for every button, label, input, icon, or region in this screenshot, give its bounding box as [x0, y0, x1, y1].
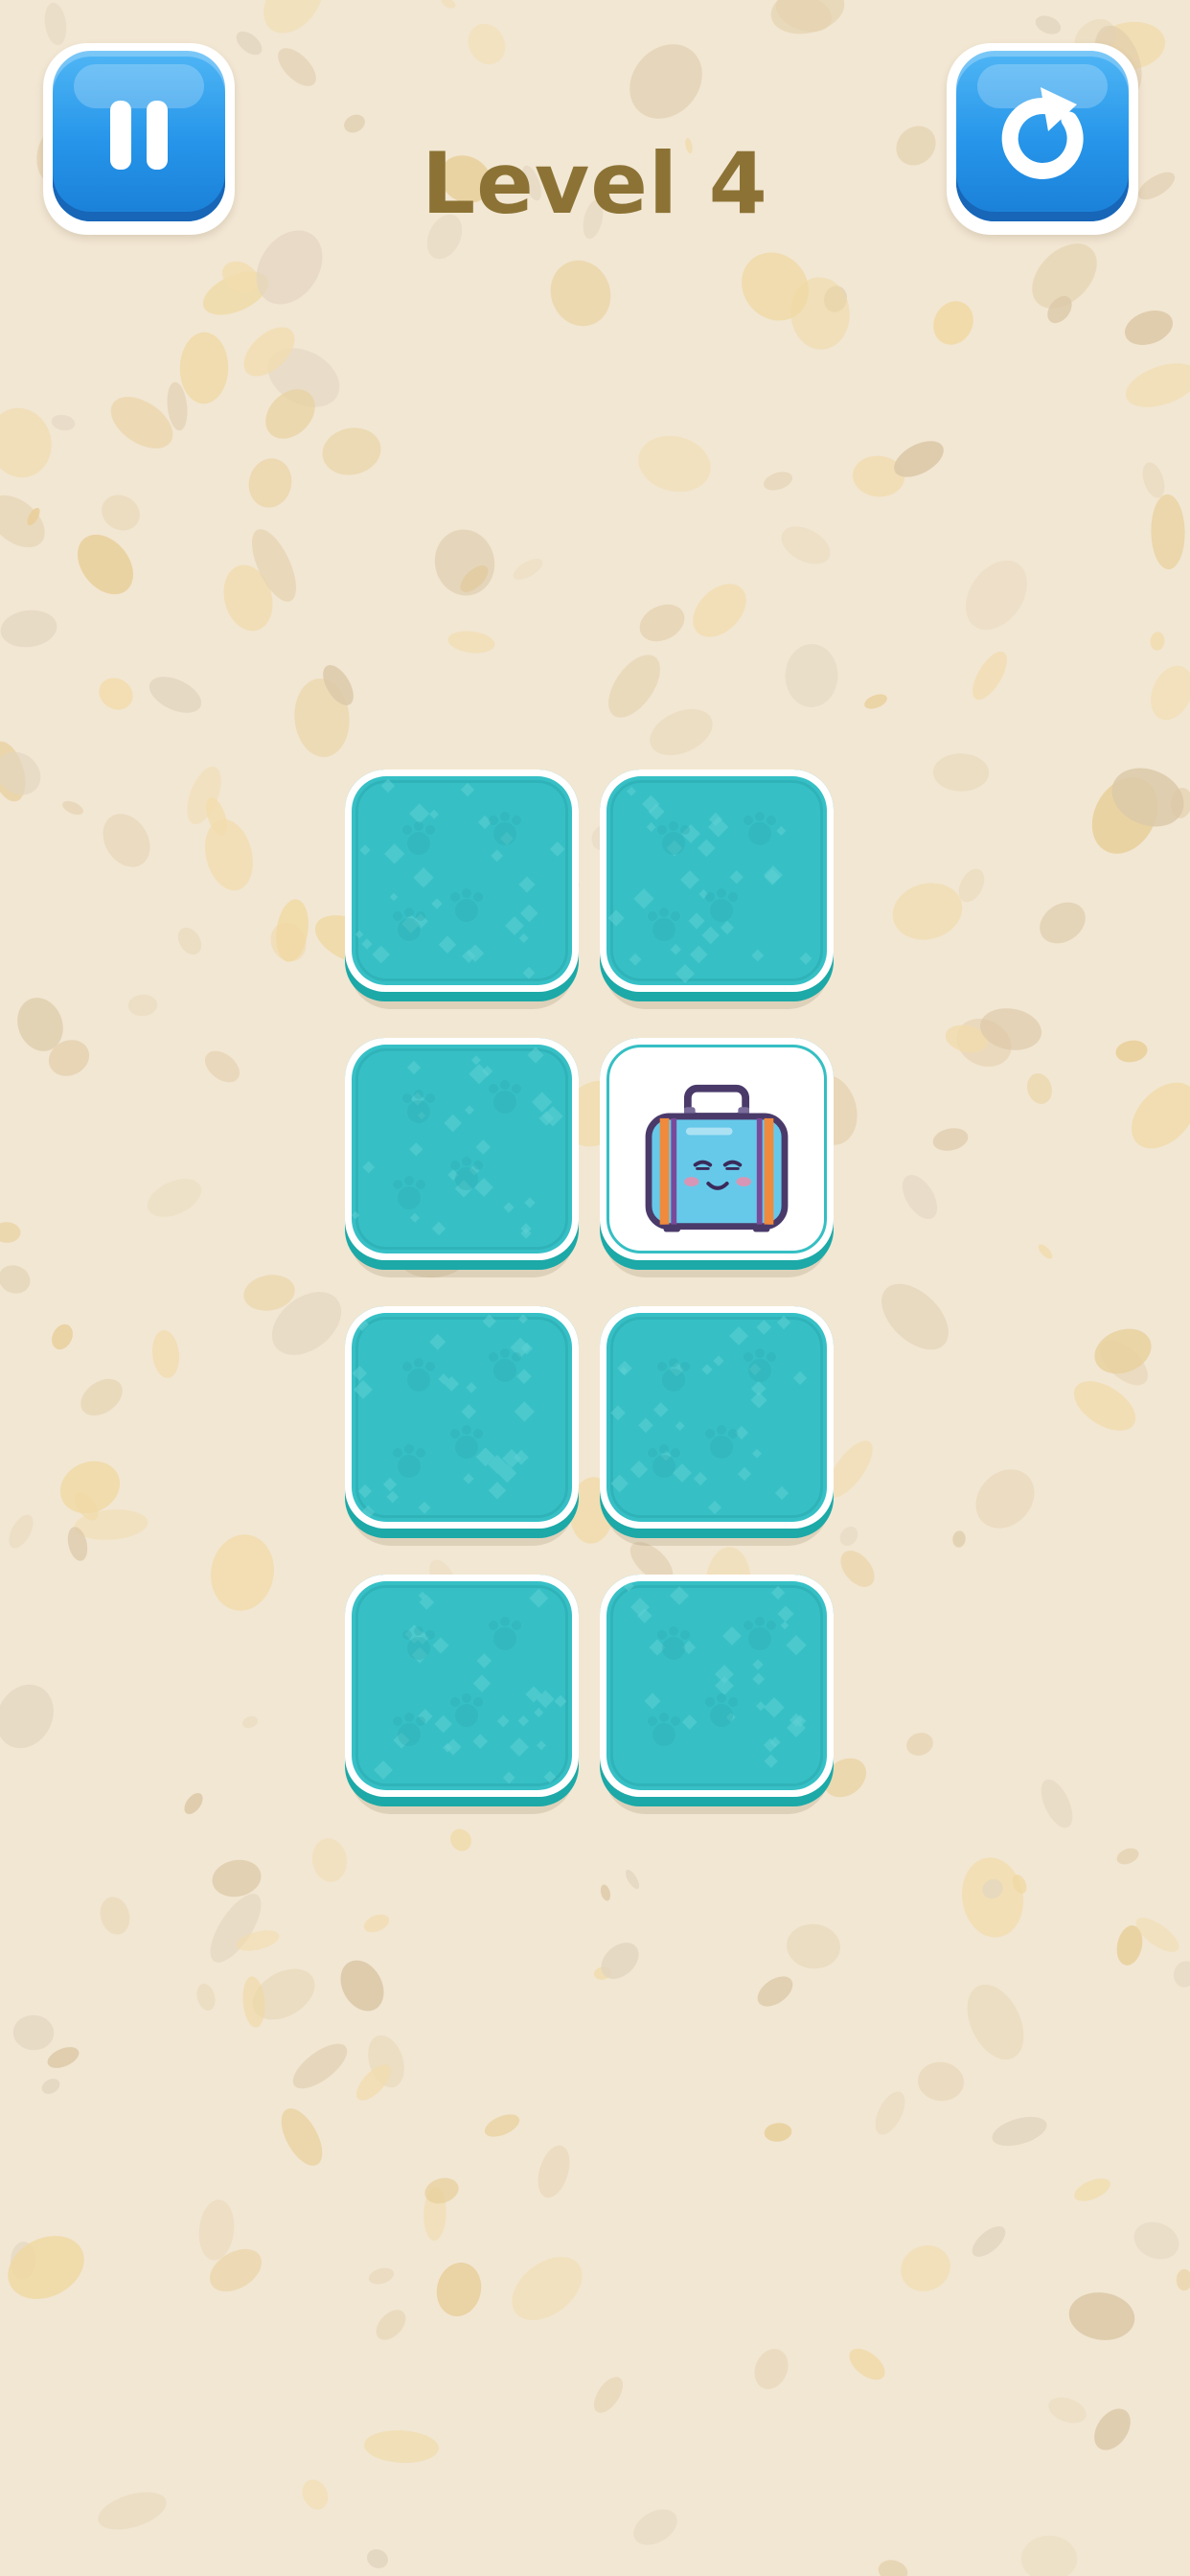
card-1[interactable]: [345, 770, 579, 1009]
restart-icon: [1001, 87, 1084, 179]
card-back: [606, 1313, 827, 1522]
card-back: [352, 1313, 572, 1522]
card-front: [606, 1045, 827, 1254]
card-3[interactable]: [345, 1038, 579, 1277]
card-grid: [345, 770, 834, 1814]
card-7[interactable]: [345, 1575, 579, 1814]
card-5[interactable]: [345, 1306, 579, 1546]
card-6[interactable]: [600, 1306, 834, 1546]
card-back: [606, 1581, 827, 1790]
card-2[interactable]: [600, 770, 834, 1009]
card-4-revealed[interactable]: [600, 1038, 834, 1277]
card-back: [352, 1045, 572, 1254]
suitcase-icon: [645, 1084, 789, 1232]
card-8[interactable]: [600, 1575, 834, 1814]
card-back: [352, 1581, 572, 1790]
card-back: [352, 776, 572, 985]
card-back: [606, 776, 827, 985]
restart-button[interactable]: [947, 43, 1138, 235]
